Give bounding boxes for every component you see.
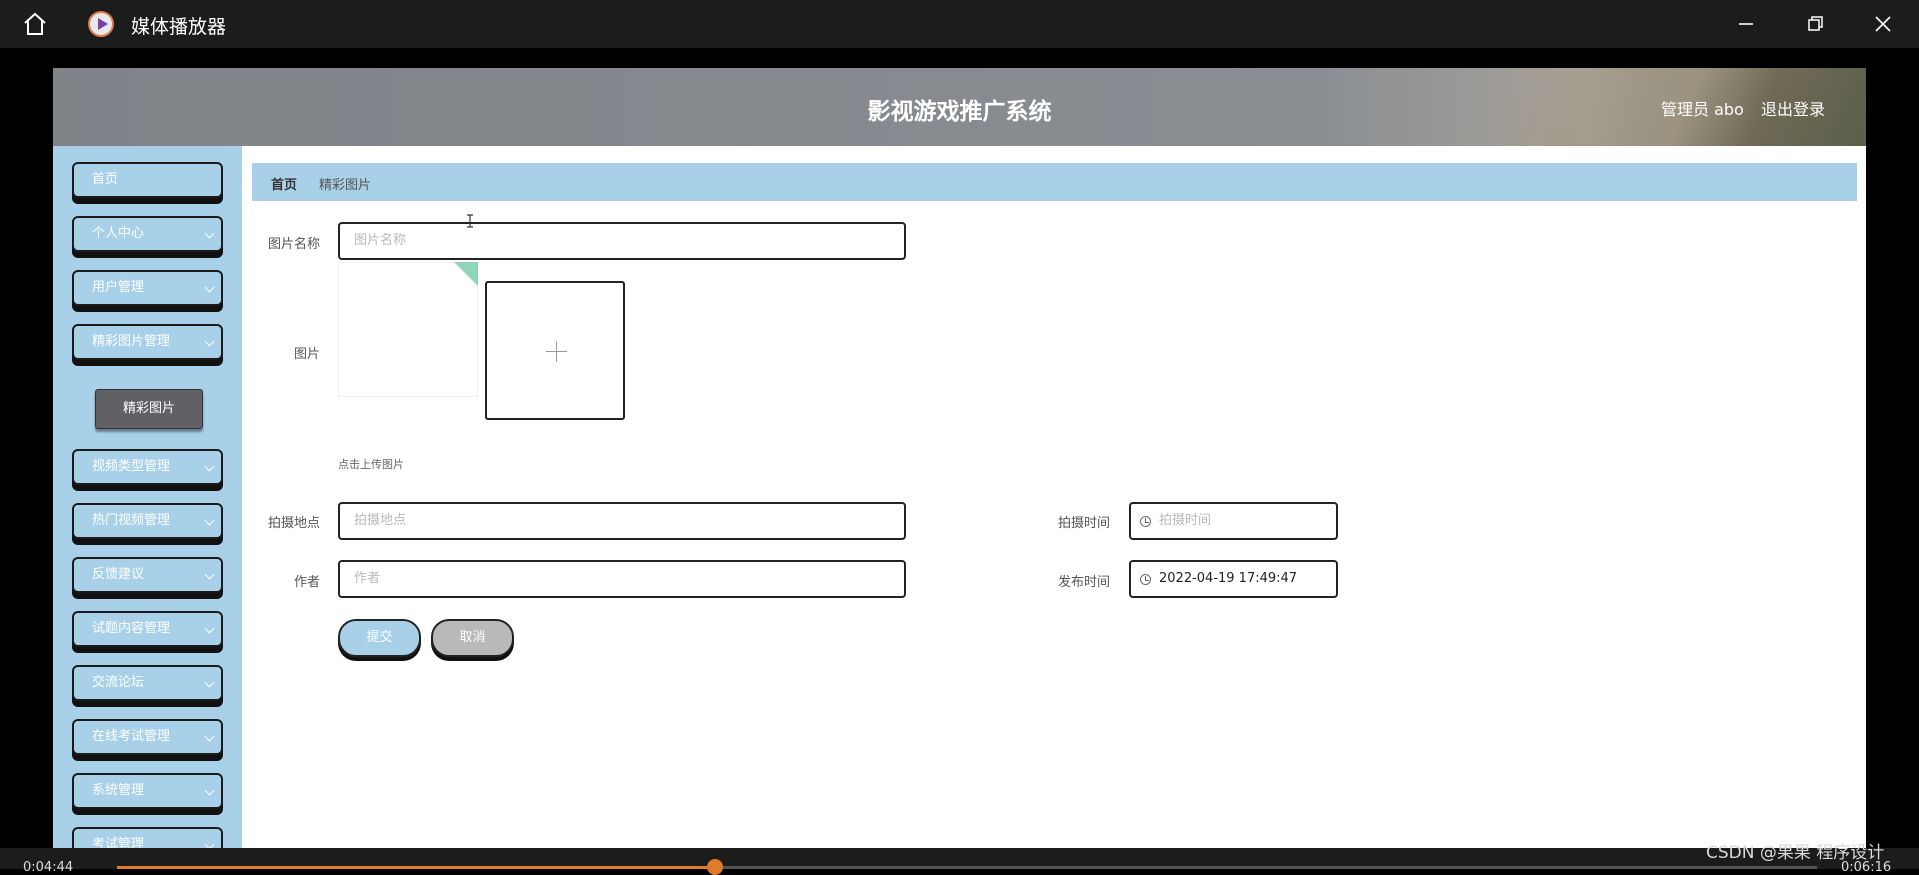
site-title: 影视游戏推广系统 <box>867 99 1052 125</box>
sidebar-item-label: 首页 <box>92 172 119 187</box>
location-input[interactable]: 拍摄地点 <box>338 502 906 540</box>
chevron-down-icon <box>204 228 215 239</box>
sidebar-item-label: 试题内容管理 <box>92 621 171 636</box>
sidebar-item-system-management[interactable]: 系统管理 <box>72 773 223 809</box>
shoot-time-label: 拍摄时间 <box>1057 516 1110 531</box>
image-preview <box>338 262 478 397</box>
submit-button[interactable]: 提交 <box>338 619 421 657</box>
sidebar-item-label: 系统管理 <box>92 783 145 798</box>
minimize-icon[interactable] <box>1732 10 1760 38</box>
sidebar-item-forum[interactable]: 交流论坛 <box>72 665 223 701</box>
media-player-logo-icon <box>88 11 114 37</box>
chevron-down-icon <box>204 623 215 634</box>
name-label: 图片名称 <box>267 237 320 252</box>
breadcrumb: 首页 精彩图片 <box>252 163 1857 201</box>
elapsed-time: 0:04:44 <box>23 860 74 875</box>
sidebar-item-label: 精彩图片管理 <box>92 334 171 349</box>
sidebar-item-video-type-management[interactable]: 视频类型管理 <box>72 449 223 485</box>
chevron-down-icon <box>204 282 215 293</box>
sidebar: 首页 个人中心 用户管理 精彩图片管理 精彩图片 视频类型管理 热门视频管理 反… <box>53 146 242 848</box>
sidebar-item-label: 个人中心 <box>92 226 145 241</box>
location-placeholder: 拍摄地点 <box>354 513 407 528</box>
cancel-button[interactable]: 取消 <box>431 619 514 657</box>
sidebar-item-photo-management[interactable]: 精彩图片管理 <box>72 324 223 360</box>
sidebar-item-label: 用户管理 <box>92 280 145 295</box>
logout-link[interactable]: 退出登录 <box>1761 96 1825 120</box>
upload-tip: 点击上传图片 <box>338 458 404 471</box>
chevron-down-icon <box>204 336 215 347</box>
chevron-down-icon <box>204 677 215 688</box>
sidebar-item-label: 视频类型管理 <box>92 459 171 474</box>
text-cursor-icon <box>467 214 473 228</box>
name-placeholder: 图片名称 <box>354 233 407 248</box>
shoot-time-picker[interactable]: 拍摄时间 <box>1129 502 1338 540</box>
sidebar-item-label: 反馈建议 <box>92 567 145 582</box>
restore-icon[interactable] <box>1801 10 1829 38</box>
sidebar-item-online-exam-management[interactable]: 在线考试管理 <box>72 719 223 755</box>
video-frame: 影视游戏推广系统 管理员 abo 退出登录 首页 个人中心 用户管理 精彩图片管… <box>53 68 1866 848</box>
sidebar-item-exam-management[interactable]: 考试管理 <box>72 827 223 848</box>
location-label: 拍摄地点 <box>267 516 320 531</box>
close-icon[interactable] <box>1869 10 1897 38</box>
name-input[interactable]: 图片名称 <box>338 222 906 260</box>
chevron-down-icon <box>204 461 215 472</box>
sidebar-item-hot-video-management[interactable]: 热门视频管理 <box>72 503 223 539</box>
publish-time-value: 2022-04-19 17:49:47 <box>1159 571 1298 586</box>
clock-icon <box>1140 574 1151 585</box>
player-titlebar: 媒体播放器 <box>0 0 1919 48</box>
publish-time-label: 发布时间 <box>1057 575 1110 590</box>
breadcrumb-home[interactable]: 首页 <box>271 174 297 193</box>
watermark-text: CSDN @果果 程序设计 <box>1706 843 1885 863</box>
author-input[interactable]: 作者 <box>338 560 906 598</box>
shoot-time-placeholder: 拍摄时间 <box>1159 513 1212 528</box>
sidebar-item-label: 交流论坛 <box>92 675 145 690</box>
breadcrumb-current: 精彩图片 <box>319 178 372 193</box>
clock-icon <box>1140 516 1151 527</box>
home-icon[interactable] <box>22 12 48 36</box>
user-label: 管理员 abo <box>1661 100 1744 119</box>
seek-handle[interactable] <box>707 859 724 875</box>
chevron-down-icon <box>204 785 215 796</box>
sidebar-item-personal-center[interactable]: 个人中心 <box>72 216 223 252</box>
sidebar-item-label: 热门视频管理 <box>92 513 171 528</box>
image-upload-button[interactable] <box>485 281 625 420</box>
sidebar-item-home[interactable]: 首页 <box>72 162 223 198</box>
chevron-down-icon <box>204 839 215 848</box>
image-label: 图片 <box>293 347 320 362</box>
publish-time-picker[interactable]: 2022-04-19 17:49:47 <box>1129 560 1338 598</box>
author-placeholder: 作者 <box>354 571 381 586</box>
sidebar-item-label: 考试管理 <box>92 837 145 848</box>
sidebar-item-label: 在线考试管理 <box>92 729 171 744</box>
player-title: 媒体播放器 <box>131 16 227 38</box>
chevron-down-icon <box>204 515 215 526</box>
sidebar-item-question-management[interactable]: 试题内容管理 <box>72 611 223 647</box>
sidebar-item-user-management[interactable]: 用户管理 <box>72 270 223 306</box>
plus-icon <box>556 341 558 362</box>
author-label: 作者 <box>293 575 320 590</box>
sidebar-item-feedback[interactable]: 反馈建议 <box>72 557 223 593</box>
chevron-down-icon <box>204 731 215 742</box>
chevron-down-icon <box>204 569 215 580</box>
sidebar-subitem-photos[interactable]: 精彩图片 <box>95 389 203 429</box>
site-header: 影视游戏推广系统 管理员 abo 退出登录 <box>53 68 1866 146</box>
